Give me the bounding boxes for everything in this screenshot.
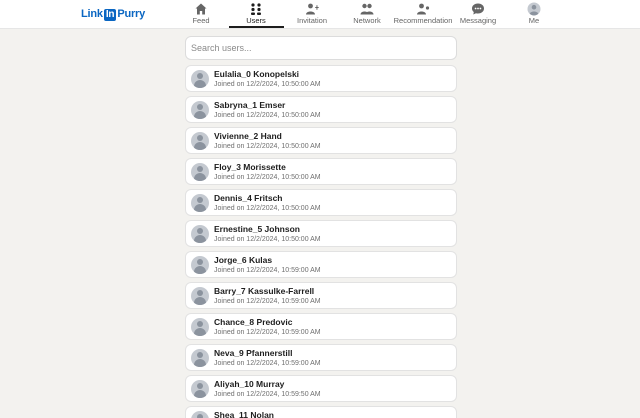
logo-suffix: Purry (117, 8, 146, 20)
home-icon (195, 3, 207, 15)
user-card[interactable]: Barry_7 Kassulke-Farrell Joined on 12/2/2… (185, 282, 457, 309)
nav-network[interactable]: Network (351, 2, 383, 29)
user-avatar-icon (191, 163, 209, 181)
user-card[interactable]: Dennis_4 Fritsch Joined on 12/2/2024, 10:… (185, 189, 457, 216)
nav-users-label: Users (246, 16, 266, 25)
avatar-head (197, 321, 203, 327)
avatar-body (194, 111, 206, 119)
user-card[interactable]: Floy_3 Morissette Joined on 12/2/2024, 10… (185, 158, 457, 185)
user-name[interactable]: Vivienne_2 Hand (214, 131, 282, 141)
user-avatar-icon (191, 349, 209, 367)
user-card[interactable]: Chance_8 Predovic Joined on 12/2/2024, 10… (185, 313, 457, 340)
user-avatar-icon (191, 256, 209, 274)
user-joined-date: Joined on 12/2/2024, 10:50:00 AM (214, 205, 321, 212)
avatar-head (197, 414, 203, 418)
users-grid-icon (251, 3, 261, 15)
add-person-icon (306, 3, 319, 15)
avatar-head (197, 135, 203, 141)
user-card[interactable]: Aliyah_10 Murray Joined on 12/2/2024, 10:… (185, 375, 457, 402)
avatar-head (197, 259, 203, 265)
user-name[interactable]: Ernestine_5 Johnson (214, 224, 300, 234)
avatar-head (197, 228, 203, 234)
user-avatar-icon (191, 287, 209, 305)
avatar-body (194, 235, 206, 243)
avatar-head (197, 383, 203, 389)
avatar-body (194, 173, 206, 181)
user-joined-date: Joined on 12/2/2024, 10:59:00 AM (214, 360, 321, 367)
avatar-head (197, 104, 203, 110)
user-joined-date: Joined on 12/2/2024, 10:50:00 AM (214, 112, 321, 119)
app-logo[interactable]: Link In Purry (81, 8, 145, 21)
user-avatar-icon (191, 194, 209, 212)
user-name[interactable]: Chance_8 Predovic (214, 317, 292, 327)
user-name[interactable]: Dennis_4 Fritsch (214, 193, 283, 203)
nav-invitation[interactable]: Invitation (294, 2, 330, 29)
avatar-body (194, 390, 206, 398)
user-card[interactable]: Shea_11 Nolan (185, 406, 457, 418)
user-avatar-icon (191, 318, 209, 336)
avatar-body (194, 142, 206, 150)
user-name[interactable]: Sabryna_1 Emser (214, 100, 285, 110)
user-avatar-icon (191, 225, 209, 243)
network-icon (360, 3, 374, 15)
avatar-body (194, 80, 206, 88)
user-list: Eulalia_0 Konopelski Joined on 12/2/2024,… (185, 65, 457, 418)
nav-feed-label: Feed (192, 16, 210, 25)
active-tab-indicator (229, 26, 284, 28)
user-name[interactable]: Neva_9 Pfannerstill (214, 348, 292, 358)
logo-box: In (103, 9, 117, 21)
nav-users[interactable]: Users (240, 2, 272, 29)
avatar-body (194, 204, 206, 212)
avatar-body (194, 359, 206, 367)
avatar-head (197, 166, 203, 172)
logo-prefix: Link (81, 8, 103, 20)
user-card[interactable]: Vivienne_2 Hand Joined on 12/2/2024, 10:5… (185, 127, 457, 154)
user-card[interactable]: Sabryna_1 Emser Joined on 12/2/2024, 10:5… (185, 96, 457, 123)
user-name[interactable]: Eulalia_0 Konopelski (214, 69, 299, 79)
user-joined-date: Joined on 12/2/2024, 10:59:00 AM (214, 267, 321, 274)
nav-me[interactable]: Me (524, 2, 544, 29)
user-avatar-icon (191, 70, 209, 88)
recommend-person-icon (417, 3, 430, 15)
user-card[interactable]: Jorge_6 Kulas Joined on 12/2/2024, 10:59:… (185, 251, 457, 278)
user-joined-date: Joined on 12/2/2024, 10:50:00 AM (214, 174, 321, 181)
nav-network-label: Network (353, 16, 381, 25)
user-name[interactable]: Shea_11 Nolan (214, 410, 274, 418)
nav-messaging-label: Messaging (459, 16, 497, 25)
avatar-head (197, 290, 203, 296)
user-joined-date: Joined on 12/2/2024, 10:50:00 AM (214, 143, 321, 150)
nav-invitation-label: Invitation (296, 16, 328, 25)
nav-recommendation-label: Recommendation (393, 16, 453, 25)
user-card[interactable]: Ernestine_5 Johnson Joined on 12/2/2024, … (185, 220, 457, 247)
user-name[interactable]: Barry_7 Kassulke-Farrell (214, 286, 314, 296)
user-name[interactable]: Floy_3 Morissette (214, 162, 286, 172)
avatar-head (197, 352, 203, 358)
user-avatar-icon (191, 411, 209, 418)
avatar-body (194, 328, 206, 336)
nav-recommendation[interactable]: Recommendation (394, 2, 452, 29)
avatar-body (194, 297, 206, 305)
avatar-icon (527, 2, 541, 16)
chat-bubble-icon (472, 3, 484, 15)
user-joined-date: Joined on 12/2/2024, 10:50:00 AM (214, 236, 321, 243)
avatar-head (197, 73, 203, 79)
user-avatar-icon (191, 101, 209, 119)
top-navigation-bar: Link In Purry Feed Users Invitation Netw… (0, 0, 640, 29)
user-joined-date: Joined on 12/2/2024, 10:59:00 AM (214, 298, 321, 305)
user-name[interactable]: Aliyah_10 Murray (214, 379, 284, 389)
avatar-body (194, 266, 206, 274)
user-avatar-icon (191, 380, 209, 398)
user-joined-date: Joined on 12/2/2024, 10:50:00 AM (214, 81, 321, 88)
user-joined-date: Joined on 12/2/2024, 10:59:50 AM (214, 391, 321, 398)
search-input[interactable] (185, 36, 457, 60)
user-name[interactable]: Jorge_6 Kulas (214, 255, 272, 265)
nav-me-label: Me (528, 16, 540, 25)
nav-messaging[interactable]: Messaging (460, 2, 496, 29)
user-card[interactable]: Neva_9 Pfannerstill Joined on 12/2/2024, … (185, 344, 457, 371)
avatar-head (197, 197, 203, 203)
user-avatar-icon (191, 132, 209, 150)
user-joined-date: Joined on 12/2/2024, 10:59:00 AM (214, 329, 321, 336)
user-card[interactable]: Eulalia_0 Konopelski Joined on 12/2/2024,… (185, 65, 457, 92)
nav-feed[interactable]: Feed (185, 2, 217, 29)
